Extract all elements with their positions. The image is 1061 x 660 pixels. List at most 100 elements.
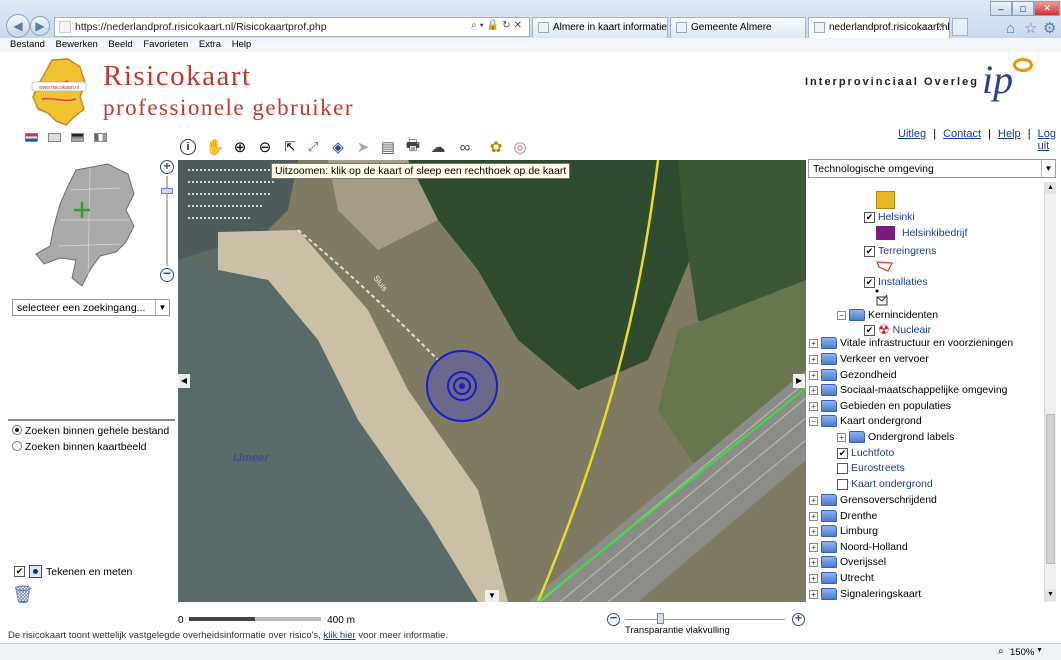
- tree-label[interactable]: Utrecht: [840, 572, 874, 584]
- tree-label[interactable]: Nucleair: [893, 324, 932, 336]
- pan-hand-icon[interactable]: ✋: [205, 137, 225, 157]
- checkbox[interactable]: [837, 478, 848, 490]
- minimize-button[interactable]: –: [990, 1, 1012, 16]
- checkbox[interactable]: ✔: [837, 447, 848, 459]
- tree-label[interactable]: Limburg: [840, 525, 878, 537]
- favorites-star-icon[interactable]: ☆: [1024, 19, 1037, 37]
- tree-item-kernincidenten[interactable]: − Kernincidenten: [837, 309, 938, 321]
- zoom-level-icon[interactable]: ⌕: [998, 646, 1004, 657]
- tree-label[interactable]: Helsinkibedrijf: [902, 227, 967, 239]
- scroll-down-icon[interactable]: ▼: [1045, 589, 1056, 601]
- tab-almere-in-kaart[interactable]: Almere in kaart informatieport...: [532, 17, 668, 38]
- chevron-down-icon[interactable]: ▼: [155, 300, 169, 315]
- checkbox[interactable]: [837, 462, 848, 474]
- flag-fr-icon[interactable]: [94, 133, 108, 142]
- tree-label[interactable]: Kernincidenten: [868, 309, 938, 321]
- zoom-level[interactable]: 150%: [1010, 647, 1034, 658]
- transparency-plus-icon[interactable]: +: [792, 612, 805, 626]
- tree-item-sociaal-maatschappelijk[interactable]: + Sociaal-maatschappelijke omgeving: [809, 384, 1008, 396]
- scroll-up-icon[interactable]: ▲: [1045, 182, 1056, 194]
- tree-item-signaleringskaart[interactable]: + Signaleringskaart: [809, 588, 921, 600]
- tree-label[interactable]: Sociaal-maatschappelijke omgeving: [840, 384, 1008, 396]
- checkbox[interactable]: ✔: [864, 245, 875, 257]
- link-icon[interactable]: ∞: [455, 137, 475, 157]
- radio-icon[interactable]: [12, 425, 22, 435]
- zoom-extent-icon[interactable]: ⇱: [280, 137, 300, 157]
- full-extent-icon[interactable]: ⤢: [303, 137, 323, 157]
- theme-select[interactable]: Technologische omgeving ▼: [808, 159, 1056, 178]
- aerial-photo[interactable]: IJmeer Sluis: [178, 160, 806, 602]
- forward-button[interactable]: ▶: [30, 16, 50, 36]
- tree-item-helsinki[interactable]: ✔ Helsinki: [864, 211, 915, 223]
- tree-label[interactable]: Ondergrond labels: [868, 431, 954, 443]
- expand-icon[interactable]: +: [809, 573, 818, 583]
- tree-item-helsinkibedrijf[interactable]: Helsinkibedrijf: [876, 226, 967, 240]
- zoom-plus-icon[interactable]: +: [160, 160, 174, 174]
- tree-item-kaart-ondergrond-sub[interactable]: Kaart ondergrond: [837, 478, 933, 490]
- tree-label[interactable]: Luchtfoto: [851, 447, 894, 459]
- tree-label[interactable]: Verkeer en vervoer: [840, 353, 929, 365]
- help-link[interactable]: Help: [998, 128, 1021, 140]
- close-window-button[interactable]: ✕: [1034, 1, 1060, 16]
- expand-icon[interactable]: +: [837, 432, 846, 442]
- map-view[interactable]: IJmeer Sluis ◀ ▶ ▼: [178, 160, 806, 602]
- tree-item-kaart-ondergrond[interactable]: − Kaart ondergrond: [809, 415, 922, 427]
- zoom-dropdown-icon[interactable]: ▼: [1036, 647, 1043, 654]
- expand-icon[interactable]: +: [809, 401, 818, 411]
- menu-favorieten[interactable]: Favorieten: [143, 38, 188, 50]
- uitleg-link[interactable]: Uitleg: [898, 128, 926, 140]
- flag-nl-icon[interactable]: [25, 133, 38, 142]
- flag-de-icon[interactable]: [71, 133, 85, 142]
- previous-view-icon[interactable]: ◈: [328, 137, 348, 157]
- tree-item-vitale-infrastructuur[interactable]: + Vitale infrastructuur en voorzieningen: [809, 337, 1013, 349]
- flag-uk-icon[interactable]: [48, 133, 62, 142]
- tree-label[interactable]: Gezondheid: [840, 369, 897, 381]
- tree-label[interactable]: Signaleringskaart: [840, 588, 921, 600]
- menu-bewerken[interactable]: Bewerken: [56, 38, 98, 50]
- draw-tool-icon[interactable]: [29, 565, 42, 578]
- tree-label[interactable]: Gebieden en populaties: [840, 400, 951, 412]
- expand-icon[interactable]: +: [809, 495, 818, 505]
- settings-gear-icon[interactable]: ⚙: [1043, 19, 1056, 37]
- tree-item-limburg[interactable]: + Limburg: [809, 525, 878, 537]
- layers-icon[interactable]: ▤: [378, 137, 398, 157]
- tree-label[interactable]: Eurostreets: [851, 462, 905, 474]
- tree-label[interactable]: Kaart ondergrond: [840, 415, 922, 427]
- tree-item-ondergrond-labels[interactable]: + Ondergrond labels: [837, 431, 954, 443]
- overview-map[interactable]: [30, 160, 140, 290]
- scroll-thumb[interactable]: [1046, 414, 1055, 564]
- zoom-slider[interactable]: + −: [160, 160, 174, 282]
- pan-left-icon[interactable]: ◀: [178, 374, 190, 388]
- disclaimer-link[interactable]: klik hier: [323, 630, 355, 641]
- tree-item-utrecht[interactable]: + Utrecht: [809, 572, 874, 584]
- chevron-down-icon[interactable]: ▼: [1041, 160, 1055, 177]
- collapse-icon[interactable]: −: [837, 310, 846, 320]
- zoom-handle[interactable]: [161, 188, 173, 194]
- menu-bestand[interactable]: Bestand: [10, 38, 45, 50]
- new-tab-button[interactable]: [952, 18, 968, 36]
- logout-link[interactable]: Log uit: [1038, 128, 1060, 152]
- tree-item-installaties[interactable]: ✔ Installaties: [864, 276, 928, 288]
- collapse-icon[interactable]: −: [809, 416, 818, 426]
- address-bar[interactable]: https://nederlandprof.risicokaart.nl/Ris…: [54, 17, 530, 37]
- pan-down-icon[interactable]: ▼: [485, 590, 499, 602]
- expand-icon[interactable]: +: [809, 589, 818, 599]
- tree-label[interactable]: Helsinki: [878, 211, 915, 223]
- address-tools-icon[interactable]: ⌕▾🔒↻✕: [471, 20, 525, 31]
- tree-label[interactable]: Vitale infrastructuur en voorzieningen: [840, 337, 1013, 349]
- tree-item-eurostreets[interactable]: Eurostreets: [837, 462, 905, 474]
- back-button[interactable]: ◀: [6, 14, 30, 38]
- tree-item-gebieden-en-populaties[interactable]: + Gebieden en populaties: [809, 400, 951, 412]
- draw-measure-toggle[interactable]: ✔ Tekenen en meten: [14, 565, 132, 578]
- expand-icon[interactable]: +: [809, 511, 818, 521]
- next-view-icon[interactable]: ➤: [353, 137, 373, 157]
- tree-label[interactable]: Noord-Holland: [840, 541, 908, 553]
- tree-label[interactable]: Kaart ondergrond: [851, 478, 933, 490]
- tab-risicokaart[interactable]: nederlandprof.risicokaart.nl ✕: [808, 17, 950, 38]
- contact-link[interactable]: Contact: [943, 128, 981, 140]
- expand-icon[interactable]: +: [809, 370, 818, 380]
- tab-gemeente-almere[interactable]: Gemeente Almere: [670, 17, 806, 38]
- compare-icon[interactable]: ◎: [510, 137, 530, 157]
- radio-whole-dataset[interactable]: Zoeken binnen gehele bestand: [12, 425, 169, 437]
- tree-item-gezondheid[interactable]: + Gezondheid: [809, 369, 897, 381]
